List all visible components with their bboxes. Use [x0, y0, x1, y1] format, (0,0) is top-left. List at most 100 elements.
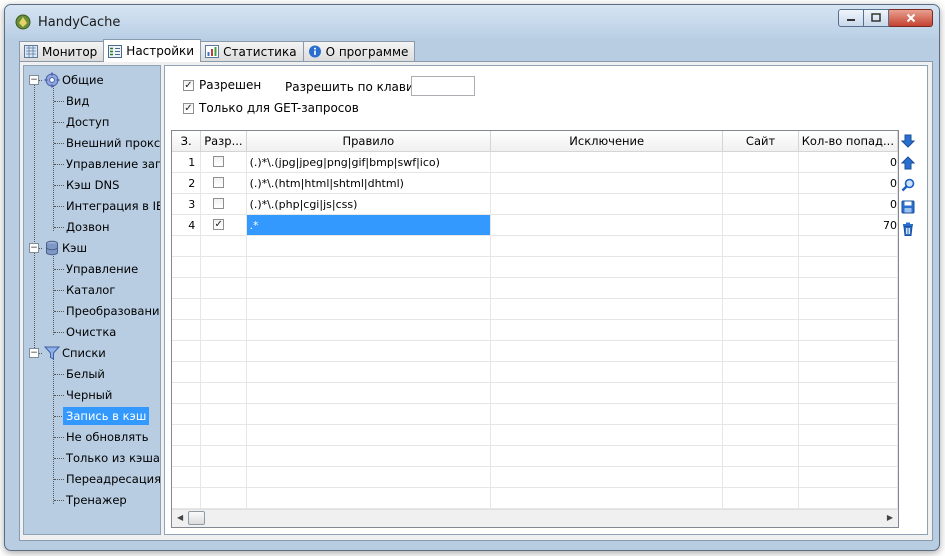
- table-row[interactable]: 3 (.)*\.(php|cgi|js|css) 0: [172, 193, 898, 215]
- tree-item-white-list[interactable]: Белый: [66, 365, 105, 383]
- row-site[interactable]: [722, 172, 799, 194]
- collapse-cache-icon[interactable]: −: [29, 243, 39, 253]
- move-down-button[interactable]: [899, 132, 917, 150]
- rules-grid: З. Разр... Правило Исключение Сайт Кол-в…: [171, 130, 899, 528]
- grid-header-row: З. Разр... Правило Исключение Сайт Кол-в…: [172, 131, 898, 152]
- save-icon: [901, 200, 915, 214]
- tree-item-trainer[interactable]: Тренажер: [66, 491, 127, 509]
- maximize-button[interactable]: [864, 9, 889, 27]
- row-exception[interactable]: [490, 172, 724, 194]
- minimize-button[interactable]: [838, 9, 864, 27]
- tree-item-cache-only[interactable]: Только из кэша: [66, 449, 160, 467]
- tab-about[interactable]: О программе: [302, 41, 416, 61]
- hotkey-input[interactable]: [411, 76, 475, 96]
- empty-cell: [200, 424, 247, 446]
- empty-cell: [722, 256, 799, 278]
- save-button[interactable]: [899, 198, 917, 216]
- tree-group-cache[interactable]: Кэш: [62, 239, 87, 257]
- row-hit-count: 0: [798, 151, 898, 173]
- tree-item-download-management[interactable]: Управление загру: [66, 155, 160, 173]
- row-site[interactable]: [722, 214, 799, 236]
- tree-group-lists[interactable]: Списки: [62, 344, 106, 362]
- tree-item-cleanup[interactable]: Очистка: [66, 323, 116, 341]
- scroll-thumb[interactable]: [188, 511, 205, 525]
- column-header-rule[interactable]: Правило: [246, 131, 492, 152]
- empty-cell: [246, 277, 492, 299]
- row-exception[interactable]: [490, 193, 724, 215]
- tab-settings[interactable]: Настройки: [103, 39, 202, 62]
- column-header-number[interactable]: З.: [172, 131, 202, 152]
- tab-label: Статистика: [223, 44, 297, 59]
- table-row[interactable]: 4 ✓ .* 70: [172, 214, 898, 236]
- row-enabled-checkbox[interactable]: ✓: [213, 219, 225, 230]
- tab-monitor[interactable]: Монитор: [19, 41, 105, 61]
- empty-cell: [200, 361, 247, 383]
- column-header-enabled[interactable]: Разр...: [200, 131, 247, 152]
- collapse-general-icon[interactable]: −: [29, 75, 39, 85]
- row-enabled-cell: [200, 172, 247, 194]
- move-up-button[interactable]: [899, 154, 917, 172]
- scroll-right-icon[interactable]: ▶: [887, 513, 893, 522]
- tree-item-dns-cache[interactable]: Кэш DNS: [66, 176, 119, 194]
- row-site[interactable]: [722, 151, 799, 173]
- delete-button[interactable]: [899, 220, 917, 238]
- tree-group-general[interactable]: Общие: [62, 71, 104, 89]
- tree-item-redirect[interactable]: Переадресация: [66, 470, 160, 488]
- enabled-checkbox[interactable]: ✓: [183, 80, 194, 91]
- row-enabled-checkbox[interactable]: [213, 198, 225, 209]
- row-exception[interactable]: [490, 214, 724, 236]
- empty-cell: [172, 487, 202, 509]
- empty-table-row: [172, 277, 898, 299]
- tree-item-cache-write[interactable]: Запись в кэш: [63, 407, 150, 425]
- tree-item-catalog[interactable]: Каталог: [66, 281, 115, 299]
- table-row[interactable]: 2 (.)*\.(htm|html|shtml|dhtml) 0: [172, 172, 898, 194]
- collapse-lists-icon[interactable]: −: [29, 348, 39, 358]
- close-button[interactable]: [889, 9, 933, 27]
- empty-cell: [490, 361, 724, 383]
- table-row[interactable]: 1 (.)*\.(jpg|jpeg|png|gif|bmp|swf|ico) 0: [172, 151, 898, 173]
- search-button[interactable]: [899, 176, 917, 194]
- row-rule[interactable]: (.)*\.(php|cgi|js|css): [246, 193, 492, 215]
- row-rule[interactable]: (.)*\.(jpg|jpeg|png|gif|bmp|swf|ico): [246, 151, 492, 173]
- row-enabled-checkbox[interactable]: [213, 177, 225, 188]
- tree-item-view[interactable]: Вид: [66, 92, 89, 110]
- empty-cell: [798, 298, 898, 320]
- tree-item-no-update[interactable]: Не обновлять: [66, 428, 149, 446]
- row-exception[interactable]: [490, 151, 724, 173]
- empty-cell: [246, 403, 492, 425]
- row-enabled-cell: [200, 193, 247, 215]
- column-header-hit-count[interactable]: Кол-во попад...: [798, 131, 898, 152]
- horizontal-scrollbar[interactable]: ◀ ▶: [172, 509, 898, 527]
- settings-panel: − Общие Вид Доступ Внешний прокси Управл…: [19, 61, 933, 541]
- empty-cell: [246, 445, 492, 467]
- row-site[interactable]: [722, 193, 799, 215]
- empty-cell: [798, 466, 898, 488]
- tree-item-conversion[interactable]: Преобразование I: [66, 302, 160, 320]
- title-bar[interactable]: HandyCache: [5, 5, 939, 39]
- empty-cell: [200, 319, 247, 341]
- row-enabled-checkbox[interactable]: [213, 156, 225, 167]
- empty-table-row: [172, 487, 898, 509]
- search-icon: [901, 178, 915, 192]
- tree-item-cache-management[interactable]: Управление: [66, 260, 138, 278]
- app-logo-icon: [15, 14, 31, 30]
- tab-statistics[interactable]: Статистика: [200, 41, 304, 61]
- tree-item-external-proxy[interactable]: Внешний прокси: [66, 134, 160, 152]
- enabled-label: Разрешен: [199, 78, 262, 92]
- scroll-left-icon[interactable]: ◀: [177, 513, 183, 522]
- empty-cell: [490, 277, 724, 299]
- tree-item-dialup[interactable]: Дозвон: [66, 218, 109, 236]
- row-rule[interactable]: .*: [246, 214, 492, 236]
- empty-table-row: [172, 445, 898, 467]
- column-header-exception[interactable]: Исключение: [490, 131, 724, 152]
- tree-item-access[interactable]: Доступ: [66, 113, 109, 131]
- row-rule[interactable]: (.)*\.(htm|html|shtml|dhtml): [246, 172, 492, 194]
- empty-cell: [246, 466, 492, 488]
- filter-icon: [44, 346, 60, 360]
- column-header-site[interactable]: Сайт: [722, 131, 799, 152]
- row-hit-count: 0: [798, 172, 898, 194]
- tree-item-ie-integration[interactable]: Интеграция в IE: [66, 197, 160, 215]
- empty-cell: [490, 466, 724, 488]
- tree-item-black-list[interactable]: Черный: [66, 386, 112, 404]
- get-only-checkbox[interactable]: ✓: [183, 103, 194, 114]
